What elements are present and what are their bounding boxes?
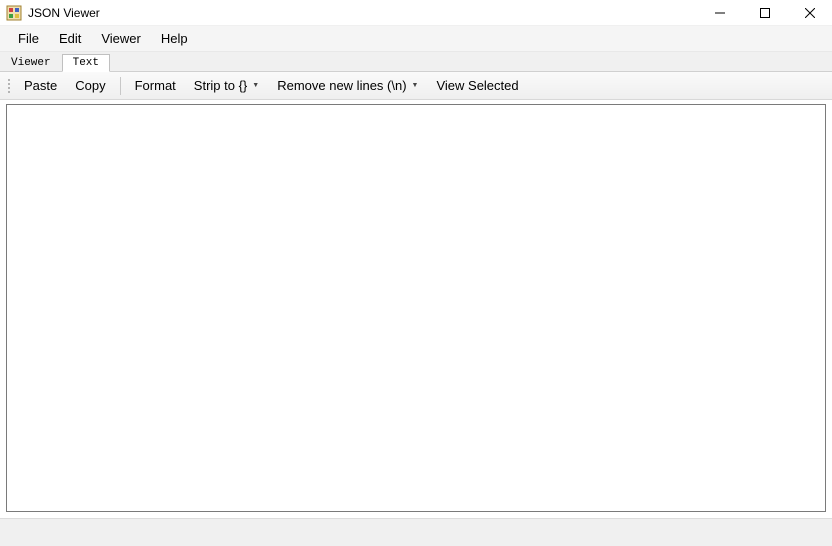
- menubar: File Edit Viewer Help: [0, 26, 832, 52]
- menu-viewer[interactable]: Viewer: [91, 27, 151, 50]
- strip-to-button[interactable]: Strip to {} ▼: [186, 75, 267, 96]
- app-icon: [6, 5, 22, 21]
- toolbar-grip[interactable]: [8, 79, 10, 93]
- tabstrip: Viewer Text: [0, 52, 832, 72]
- toolbar: Paste Copy Format Strip to {} ▼ Remove n…: [0, 72, 832, 100]
- tab-text[interactable]: Text: [62, 54, 110, 72]
- statusbar: [0, 518, 832, 546]
- window-title: JSON Viewer: [28, 6, 697, 20]
- maximize-button[interactable]: [742, 0, 787, 26]
- chevron-down-icon: ▼: [252, 82, 259, 89]
- menu-edit[interactable]: Edit: [49, 27, 91, 50]
- text-editor[interactable]: [6, 104, 826, 512]
- titlebar: JSON Viewer: [0, 0, 832, 26]
- toolbar-separator: [120, 77, 121, 95]
- menu-help[interactable]: Help: [151, 27, 198, 50]
- copy-button[interactable]: Copy: [67, 75, 113, 96]
- chevron-down-icon: ▼: [412, 82, 419, 89]
- remove-newlines-label: Remove new lines (\n): [277, 78, 406, 93]
- minimize-button[interactable]: [697, 0, 742, 26]
- content-area: [0, 100, 832, 518]
- tab-viewer[interactable]: Viewer: [0, 54, 62, 71]
- strip-to-label: Strip to {}: [194, 78, 247, 93]
- format-button[interactable]: Format: [127, 75, 184, 96]
- close-button[interactable]: [787, 0, 832, 26]
- menu-file[interactable]: File: [8, 27, 49, 50]
- window-controls: [697, 0, 832, 25]
- remove-newlines-button[interactable]: Remove new lines (\n) ▼: [269, 75, 426, 96]
- view-selected-button[interactable]: View Selected: [428, 75, 526, 96]
- paste-button[interactable]: Paste: [16, 75, 65, 96]
